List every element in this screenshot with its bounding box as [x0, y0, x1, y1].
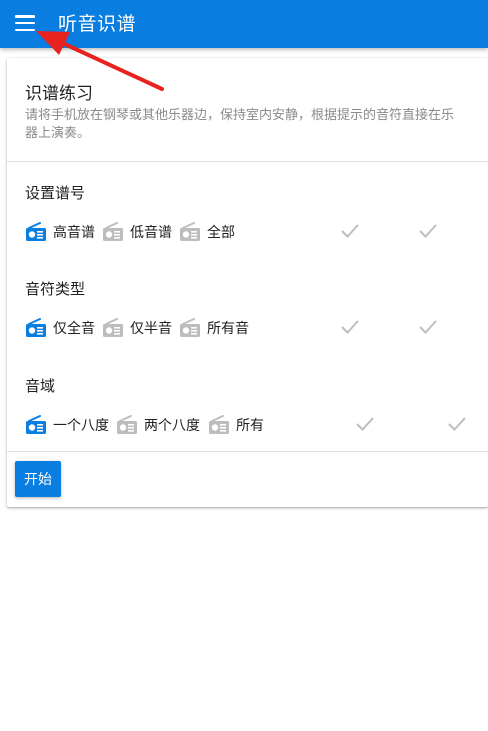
divider — [7, 451, 488, 452]
radio-icon — [25, 222, 47, 242]
radio-icon — [25, 318, 47, 338]
option-one-octave[interactable]: 一个八度 — [25, 411, 109, 439]
option-label: 高音谱 — [53, 225, 95, 241]
option-label: 仅全音 — [53, 321, 95, 337]
card-header: 识谱练习 请将手机放在钢琴或其他乐器边，保持室内安静，根据提示的音符直接在乐器上… — [7, 58, 488, 162]
check-icon — [446, 413, 468, 435]
section-label-clef: 设置谱号 — [25, 184, 86, 202]
option-label: 所有 — [236, 418, 264, 434]
radio-icon — [102, 318, 124, 338]
radio-icon — [116, 415, 138, 435]
section-label-range: 音域 — [25, 377, 56, 395]
check-icon — [417, 316, 439, 338]
option-all-notes[interactable]: 所有音 — [179, 314, 249, 342]
menu-button[interactable] — [0, 0, 52, 48]
menu-icon — [15, 15, 35, 31]
app-bar: 听音识谱 — [0, 0, 488, 48]
option-label: 一个八度 — [53, 418, 109, 434]
option-label: 低音谱 — [130, 225, 172, 241]
option-semitone[interactable]: 仅半音 — [102, 314, 172, 342]
option-all-clef[interactable]: 全部 — [179, 218, 235, 246]
section-label-note-type: 音符类型 — [25, 280, 86, 298]
radio-icon — [102, 222, 124, 242]
radio-icon — [25, 415, 47, 435]
option-two-octaves[interactable]: 两个八度 — [116, 411, 200, 439]
radio-icon — [208, 415, 230, 435]
option-label: 全部 — [207, 225, 235, 241]
practice-card: 识谱练习 请将手机放在钢琴或其他乐器边，保持室内安静，根据提示的音符直接在乐器上… — [7, 58, 488, 507]
clef-options: 高音谱 低音谱 全部 — [7, 218, 488, 246]
check-icon — [339, 316, 361, 338]
note-type-options: 仅全音 仅半音 所有音 — [7, 314, 488, 342]
option-label: 仅半音 — [130, 321, 172, 337]
option-whole-tone[interactable]: 仅全音 — [25, 314, 95, 342]
app-title: 听音识谱 — [58, 12, 137, 35]
check-icon — [339, 220, 361, 242]
option-label: 所有音 — [207, 321, 249, 337]
check-icon — [354, 413, 376, 435]
radio-icon — [179, 318, 201, 338]
start-button[interactable]: 开始 — [15, 461, 61, 497]
range-options: 一个八度 两个八度 所有 — [7, 411, 488, 439]
option-all-range[interactable]: 所有 — [208, 411, 264, 439]
card-title: 识谱练习 — [25, 84, 93, 104]
card-description: 请将手机放在钢琴或其他乐器边，保持室内安静，根据提示的音符直接在乐器上演奏。 — [25, 108, 455, 141]
option-label: 两个八度 — [144, 418, 200, 434]
radio-icon — [179, 222, 201, 242]
option-treble-clef[interactable]: 高音谱 — [25, 218, 95, 246]
option-bass-clef[interactable]: 低音谱 — [102, 218, 172, 246]
check-icon — [417, 220, 439, 242]
